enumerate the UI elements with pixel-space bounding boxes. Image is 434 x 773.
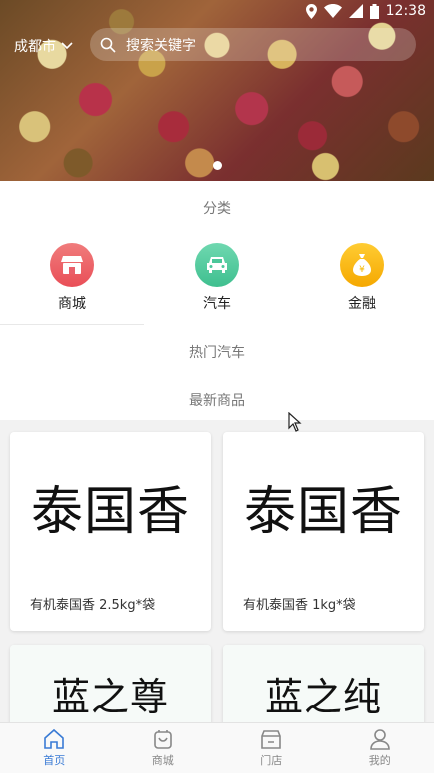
banner-carousel[interactable]: 12:38 成都市 搜索关键字 [0, 0, 434, 181]
category-finance[interactable]: ¥ 金融 [302, 243, 422, 313]
hot-cars-title[interactable]: 热门汽车 [0, 342, 434, 362]
search-input[interactable]: 搜索关键字 [90, 28, 416, 61]
new-products-title[interactable]: 最新商品 [0, 390, 434, 410]
category-label: 金融 [302, 293, 422, 313]
category-label: 汽车 [157, 293, 277, 313]
product-image: 泰国香 [10, 432, 211, 580]
category-panel: 分类 商城 汽车 [0, 181, 434, 420]
city-label: 成都市 [14, 36, 56, 56]
mouse-cursor-icon [288, 412, 302, 432]
tab-label: 门店 [260, 752, 282, 768]
tab-profile[interactable]: 我的 [326, 723, 434, 773]
category-row: 商城 汽车 ¥ 金融 [0, 243, 434, 313]
category-store[interactable]: 商城 [12, 243, 132, 313]
tab-label: 我的 [369, 752, 391, 768]
product-name: 有机泰国香 1kg*袋 [223, 580, 424, 613]
bottom-tab-bar: 首页 商城 门店 我的 [0, 722, 434, 773]
category-tab-indicator [0, 324, 144, 325]
search-placeholder: 搜索关键字 [126, 35, 196, 55]
battery-icon [370, 4, 379, 19]
status-bar: 12:38 [0, 0, 434, 24]
search-icon [100, 37, 116, 53]
money-bag-icon: ¥ [340, 243, 384, 287]
chevron-down-icon [61, 42, 73, 50]
store-icon [50, 243, 94, 287]
category-section-title: 分类 [0, 198, 434, 218]
product-name: 有机泰国香 2.5kg*袋 [10, 580, 211, 613]
category-car[interactable]: 汽车 [157, 243, 277, 313]
location-icon [306, 4, 317, 19]
tab-home[interactable]: 首页 [0, 723, 109, 773]
car-icon [195, 243, 239, 287]
product-image: 泰国香 [223, 432, 424, 580]
product-card[interactable]: 泰国香 有机泰国香 1kg*袋 [223, 432, 424, 631]
product-card[interactable]: 泰国香 有机泰国香 2.5kg*袋 [10, 432, 211, 631]
carousel-dot[interactable] [213, 161, 222, 170]
tab-mall[interactable]: 商城 [109, 723, 218, 773]
tab-label: 商城 [152, 752, 174, 768]
signal-icon [349, 4, 363, 18]
svg-text:¥: ¥ [359, 265, 365, 275]
wifi-icon [324, 4, 342, 18]
tab-stores[interactable]: 门店 [217, 723, 326, 773]
carousel-indicator [0, 161, 434, 170]
tab-label: 首页 [43, 752, 65, 768]
status-time: 12:38 [386, 3, 426, 19]
home-icon [43, 728, 65, 750]
category-label: 商城 [12, 293, 132, 313]
store-icon [260, 728, 282, 750]
shopping-bag-icon [152, 728, 174, 750]
city-selector[interactable]: 成都市 [14, 36, 73, 56]
user-icon [369, 728, 391, 750]
